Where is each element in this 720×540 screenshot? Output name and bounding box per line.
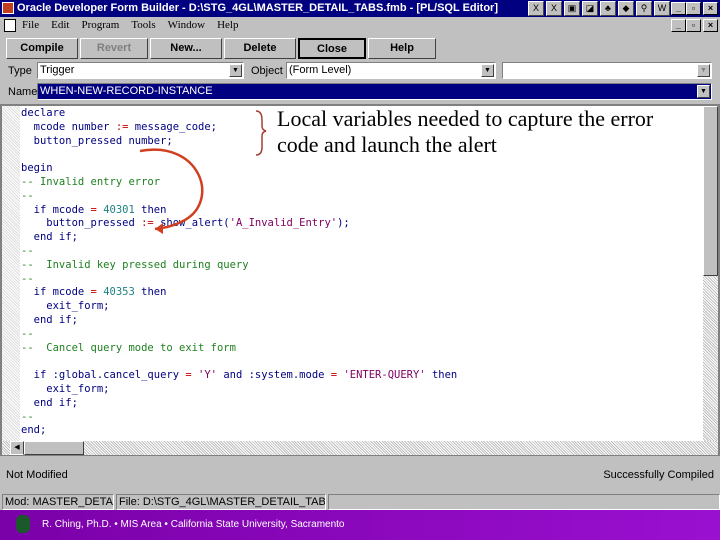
brace-icon: [255, 110, 267, 156]
annotation-text: Local variables needed to capture the er…: [277, 106, 654, 157]
annotation-overlay: [139, 110, 267, 234]
arrow-head-icon: [155, 223, 163, 234]
module-segment: Mod: MASTER_DETAIL_TABS: [2, 494, 114, 510]
file-segment: File: D:\STG_4GL\MASTER_DETAIL_TABS.fmb: [116, 494, 326, 510]
slide-footer: R. Ching, Ph.D. • MIS Area • California …: [0, 510, 720, 540]
status-bar: Not Modified Successfully Compiled: [0, 466, 720, 484]
status-left: Not Modified: [6, 469, 68, 481]
bottom-status-bar: Mod: MASTER_DETAIL_TABS File: D:\STG_4GL…: [0, 494, 720, 510]
university-seal-icon: [16, 515, 30, 533]
arrow-curve-icon: [139, 148, 204, 231]
empty-segment: [328, 494, 720, 510]
status-right: Successfully Compiled: [603, 469, 714, 481]
